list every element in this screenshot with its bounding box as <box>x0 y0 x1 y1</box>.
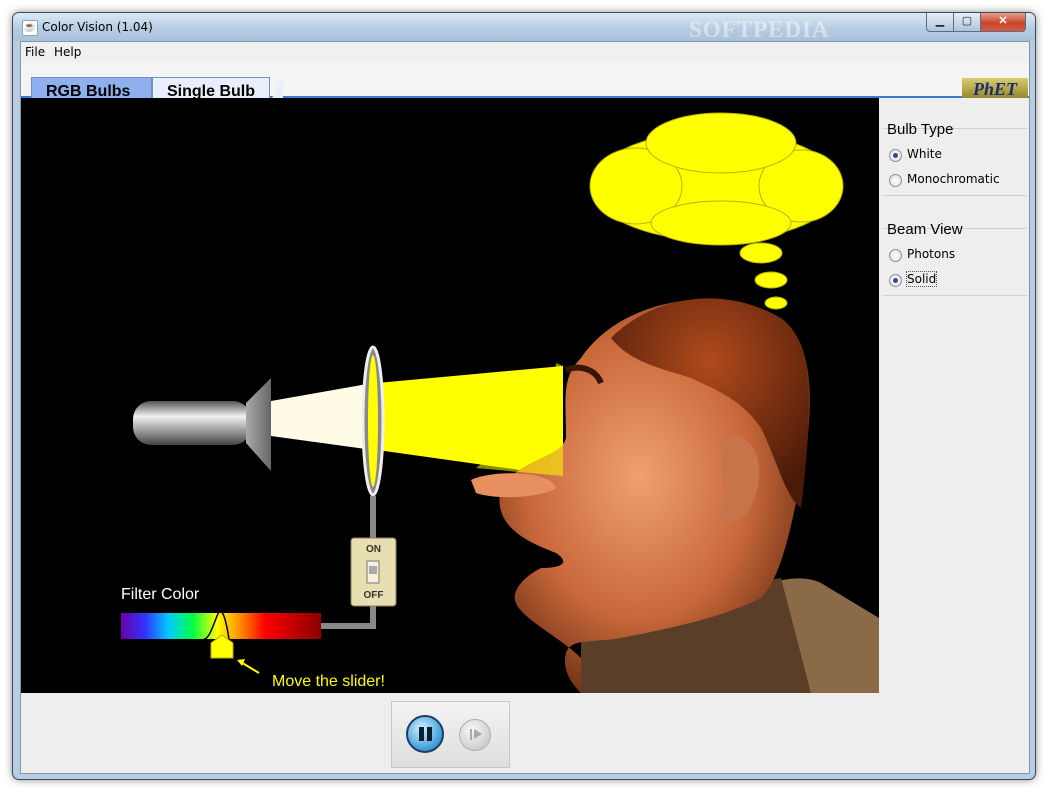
clock-control-panel <box>391 701 510 768</box>
step-icon[interactable] <box>459 719 491 751</box>
menu-bar: File Help <box>21 42 1029 62</box>
close-button[interactable]: ✕ <box>980 13 1026 32</box>
watermark: SOFTPEDIA <box>689 17 830 42</box>
simulation-canvas: ON OFF Filter Color Move the slider! <box>21 98 879 693</box>
app-window: ☕ Color Vision (1.04) SOFTPEDIA ▁ ▢ ✕ Fi… <box>12 12 1036 780</box>
maximize-button[interactable]: ▢ <box>953 13 981 32</box>
filter-color-slider[interactable] <box>121 610 321 674</box>
tab-bar: RGB Bulbs Single Bulb PhET <box>21 62 1029 104</box>
control-panel: Bulb Type White Monochromatic Beam View … <box>879 98 1029 693</box>
window-title: Color Vision (1.04) <box>42 20 153 34</box>
menu-help[interactable]: Help <box>54 45 81 59</box>
radio-monochromatic-label[interactable]: Monochromatic <box>907 172 1000 186</box>
filter-color-label: Filter Color <box>121 586 200 603</box>
clock-control-bar <box>21 693 1029 773</box>
radio-monochromatic-dot[interactable] <box>889 174 902 187</box>
radio-photons-label[interactable]: Photons <box>907 247 955 261</box>
title-bar[interactable]: ☕ Color Vision (1.04) SOFTPEDIA ▁ ▢ ✕ <box>13 13 1035 42</box>
slider-hint: Move the slider! <box>272 673 385 690</box>
radio-solid-label[interactable]: Solid <box>905 271 938 287</box>
pause-icon[interactable] <box>406 715 444 753</box>
minimize-button[interactable]: ▁ <box>926 13 954 32</box>
radio-solid-dot[interactable] <box>889 274 902 287</box>
beam-view-title: Beam View <box>887 221 963 238</box>
thought-bubble <box>589 112 844 310</box>
person-head <box>471 298 879 693</box>
bulb-type-group: Bulb Type White Monochromatic <box>883 121 1027 196</box>
radio-white-dot[interactable] <box>889 149 902 162</box>
radio-photons-dot[interactable] <box>889 249 902 262</box>
client-area: File Help RGB Bulbs Single Bulb PhET ON … <box>20 41 1030 774</box>
flashlight <box>133 378 373 471</box>
java-icon: ☕ <box>22 20 38 36</box>
beam-view-group: Beam View Photons Solid <box>883 221 1027 296</box>
switch-off-label: OFF <box>363 590 384 601</box>
switch-on-label: ON <box>366 544 381 555</box>
menu-file[interactable]: File <box>25 45 45 59</box>
bulb-type-title: Bulb Type <box>887 121 954 138</box>
radio-white-label[interactable]: White <box>907 147 942 161</box>
